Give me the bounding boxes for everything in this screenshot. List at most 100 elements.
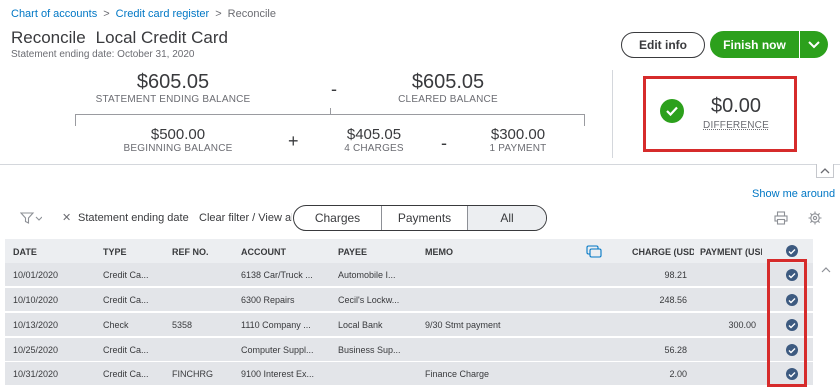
cell-memo: 9/30 Stmt payment bbox=[425, 320, 501, 330]
cell-payee: Local Bank bbox=[338, 320, 383, 330]
statement-ending-balance: $605.05 STATEMENT ENDING BALANCE bbox=[95, 71, 251, 105]
cell-memo: Finance Charge bbox=[425, 369, 490, 379]
table-row[interactable]: 10/25/2020 Credit Ca... Computer Suppl..… bbox=[5, 338, 813, 362]
clear-filter-link[interactable]: Clear filter / View all bbox=[199, 212, 292, 224]
applied-filter-label: Statement ending date bbox=[78, 212, 189, 224]
breadcrumb-credit-card-register[interactable]: Credit card register bbox=[116, 8, 210, 20]
account-name: Local Credit Card bbox=[95, 28, 228, 47]
beginning-balance-value: $500.00 bbox=[150, 126, 206, 143]
table-row[interactable]: 10/31/2020 Credit Ca... FINCHRG 9100 Int… bbox=[5, 362, 813, 386]
cleared-balance: $605.05 CLEARED BALANCE bbox=[396, 71, 500, 105]
column-header-ref-no[interactable]: REF NO. bbox=[172, 247, 209, 257]
cell-type: Credit Ca... bbox=[103, 345, 149, 355]
statement-ending-date: Statement ending date: October 31, 2020 bbox=[11, 49, 195, 60]
cell-payment: 300.00 bbox=[728, 320, 756, 330]
charges-count-label: 4 CHARGES bbox=[344, 143, 404, 154]
finish-now-dropdown[interactable] bbox=[800, 31, 828, 58]
column-header-account[interactable]: ACCOUNT bbox=[241, 247, 286, 257]
breadcrumb-chart-of-accounts[interactable]: Chart of accounts bbox=[11, 8, 97, 20]
select-all-checkbox[interactable] bbox=[786, 245, 798, 257]
minus-operator: - bbox=[331, 79, 337, 99]
close-icon: ✕ bbox=[62, 212, 72, 224]
breadcrumb-current: Reconcile bbox=[227, 8, 276, 20]
gear-icon bbox=[808, 211, 822, 225]
filter-icon bbox=[19, 212, 43, 224]
edit-info-button[interactable]: Edit info bbox=[621, 32, 705, 58]
difference: $0.00 DIFFERENCE bbox=[698, 95, 774, 131]
table-scrollbar[interactable] bbox=[820, 264, 832, 384]
table-row[interactable]: 10/13/2020 Check 5358 1110 Company ... L… bbox=[5, 313, 813, 337]
cell-ref: FINCHRG bbox=[172, 369, 213, 379]
finish-now-button[interactable]: Finish now bbox=[710, 31, 800, 58]
tab-charges[interactable]: Charges bbox=[294, 206, 382, 230]
column-header-type[interactable]: TYPE bbox=[103, 247, 127, 257]
cell-account: 6300 Repairs bbox=[241, 295, 295, 305]
statement-ending-balance-value: $605.05 bbox=[136, 71, 210, 93]
filter-button[interactable] bbox=[19, 211, 43, 229]
cell-charge: 98.21 bbox=[664, 270, 687, 280]
summary-separator bbox=[0, 164, 840, 165]
cell-type: Check bbox=[103, 320, 129, 330]
summary-bracket bbox=[75, 114, 585, 126]
cell-date: 10/31/2020 bbox=[13, 369, 59, 379]
cell-charge: 2.00 bbox=[669, 369, 687, 379]
cell-account: 1110 Company ... bbox=[241, 320, 311, 330]
cell-payee: Cecil's Lockw... bbox=[338, 295, 400, 305]
cleared-balance-label: CLEARED BALANCE bbox=[398, 94, 498, 105]
breadcrumb: Chart of accounts > Credit card register > R… bbox=[11, 8, 276, 20]
tab-all[interactable]: All bbox=[468, 206, 546, 230]
difference-check bbox=[660, 99, 684, 123]
cell-charge: 56.28 bbox=[664, 345, 687, 355]
finish-now-split-button: Finish now bbox=[710, 31, 828, 58]
cell-date: 10/01/2020 bbox=[13, 270, 59, 280]
table-row[interactable]: 10/01/2020 Credit Ca... 6138 Car/Truck .… bbox=[5, 263, 813, 287]
beginning-balance: $500.00 BEGINNING BALANCE bbox=[118, 126, 238, 154]
table-row[interactable]: 10/10/2020 Credit Ca... 6300 Repairs Cec… bbox=[5, 288, 813, 312]
charges-total-value: $405.05 bbox=[346, 126, 402, 143]
column-header-date[interactable]: DATE bbox=[13, 247, 37, 257]
column-settings-button[interactable] bbox=[586, 245, 602, 263]
show-me-around-link[interactable]: Show me around bbox=[752, 188, 835, 200]
column-header-memo[interactable]: MEMO bbox=[425, 247, 453, 257]
check-icon bbox=[666, 106, 678, 117]
clear-filter-clip: Clear filter / View all bbox=[199, 212, 292, 224]
chevron-up-icon bbox=[820, 167, 830, 173]
chevron-up-icon bbox=[821, 267, 831, 273]
charges-total: $405.05 4 CHARGES bbox=[334, 126, 414, 154]
cell-payee: Automobile I... bbox=[338, 270, 396, 280]
payments-total: $300.00 1 PAYMENT bbox=[478, 126, 558, 154]
transaction-type-toggle: Charges Payments All bbox=[293, 205, 547, 231]
column-header-payment[interactable]: PAYMENT (USD) bbox=[700, 247, 762, 257]
cell-date: 10/13/2020 bbox=[13, 320, 59, 330]
beginning-balance-label: BEGINNING BALANCE bbox=[123, 143, 233, 154]
cell-type: Credit Ca... bbox=[103, 295, 149, 305]
cell-charge: 248.56 bbox=[659, 295, 687, 305]
difference-value: $0.00 bbox=[710, 95, 762, 117]
cell-account: 6138 Car/Truck ... bbox=[241, 270, 313, 280]
page-title: Reconcile Local Credit Card bbox=[11, 28, 228, 48]
collapse-summary-button[interactable] bbox=[816, 164, 834, 178]
difference-highlight: $0.00 DIFFERENCE bbox=[643, 76, 797, 152]
tab-payments[interactable]: Payments bbox=[382, 206, 468, 230]
minus-operator: - bbox=[441, 133, 447, 153]
cleared-balance-value: $605.05 bbox=[411, 71, 485, 93]
print-icon bbox=[774, 211, 788, 225]
cell-date: 10/25/2020 bbox=[13, 345, 59, 355]
cell-account: Computer Suppl... bbox=[241, 345, 314, 355]
payments-total-value: $300.00 bbox=[490, 126, 546, 143]
breadcrumb-separator: > bbox=[103, 8, 110, 20]
cell-payee: Business Sup... bbox=[338, 345, 401, 355]
cell-account: 9100 Interest Ex... bbox=[241, 369, 315, 379]
print-button[interactable] bbox=[774, 211, 788, 230]
table-header: DATE TYPE REF NO. ACCOUNT PAYEE MEMO CHA… bbox=[5, 239, 813, 263]
summary-bracket-notch bbox=[330, 108, 331, 114]
summary-divider bbox=[612, 70, 613, 158]
settings-button[interactable] bbox=[808, 211, 822, 230]
column-header-charge[interactable]: CHARGE (USD) bbox=[632, 247, 694, 257]
cell-type: Credit Ca... bbox=[103, 369, 149, 379]
cell-date: 10/10/2020 bbox=[13, 295, 59, 305]
statement-ending-balance-label: STATEMENT ENDING BALANCE bbox=[95, 94, 251, 105]
check-icon bbox=[788, 248, 796, 254]
remove-filter-button[interactable]: ✕ bbox=[62, 211, 71, 224]
column-header-payee[interactable]: PAYEE bbox=[338, 247, 367, 257]
